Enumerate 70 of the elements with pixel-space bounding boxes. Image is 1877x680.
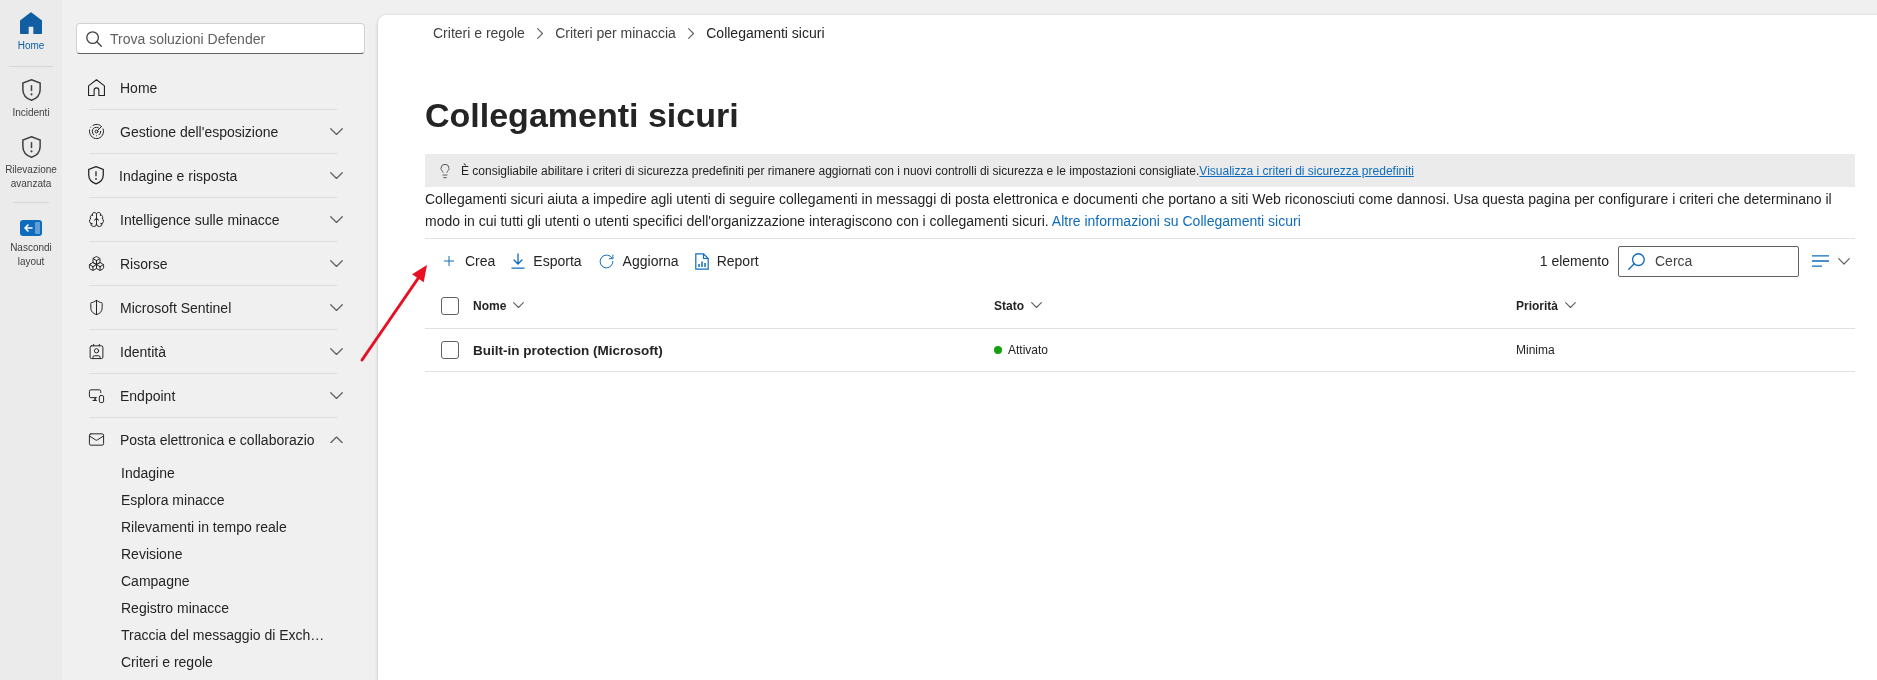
boxes-icon [88, 255, 105, 272]
breadcrumb-link[interactable]: Criteri per minaccia [555, 25, 676, 41]
nav-subitem[interactable]: Revisione [62, 540, 378, 567]
house-icon [20, 12, 42, 34]
status-text: Attivato [1008, 343, 1049, 357]
breadcrumb-link[interactable]: Criteri e regole [433, 25, 525, 41]
notice-text: È consigliabile abilitare i criteri di sicurezza predefiniti per rimanere aggiornati con i nuovi controlli di sicurezza e le impostazioni consigliate.Visualizza i criteri di sicurezza predefiniti [461, 163, 1414, 178]
refresh-icon [597, 252, 615, 270]
chevron-down-icon [1565, 302, 1576, 309]
lightbulb-icon [437, 162, 453, 179]
chevron-down-icon [1838, 257, 1850, 265]
page-title: Collegamenti sicuri [425, 95, 740, 135]
shield-alert-icon [21, 136, 41, 159]
nav-subitem[interactable]: Traccia del messaggio di Exch… [62, 621, 378, 648]
item-count: 1 elemento [1539, 253, 1609, 269]
link[interactable]: Visualizza i criteri di sicurezza predefiniti [1199, 163, 1414, 178]
nav-group[interactable]: Microsoft Sentinel [62, 286, 378, 329]
search-icon [86, 30, 102, 47]
nav-subitem[interactable]: Criteri e regole [62, 648, 378, 675]
download-icon [511, 253, 526, 269]
column-header[interactable]: Stato [994, 298, 1042, 313]
devices-icon [88, 387, 105, 404]
nav-subitem[interactable]: Esplora minacce [62, 486, 378, 513]
breadcrumb-link[interactable]: Collegamenti sicuri [706, 25, 825, 41]
nav-subitem[interactable]: Indagine [62, 459, 378, 486]
column-header[interactable]: Priorità [1516, 298, 1576, 313]
chevron-down-icon [1031, 302, 1042, 309]
shield-alert-icon [88, 166, 104, 185]
toolbar-button[interactable]: Aggiorna [589, 245, 687, 277]
table-cell: Built-in protection (Microsoft) [473, 342, 663, 358]
nav-group[interactable]: Risorse [62, 242, 378, 285]
nav-group[interactable]: Intelligence sulle minacce [62, 198, 378, 241]
toolbar-button[interactable]: Report [686, 245, 767, 277]
link[interactable]: Altre informazioni su Collegamenti sicuri [1051, 213, 1301, 229]
nav-subitem[interactable]: Campagne [62, 567, 378, 594]
nav-group[interactable]: Identità [62, 330, 378, 373]
lines-icon [1812, 255, 1829, 267]
nav-group[interactable]: Gestione dell'esposizione [62, 110, 378, 153]
search-field[interactable]: Cerca [1618, 245, 1799, 277]
nav-subitem[interactable]: Rilevamenti in tempo reale [62, 513, 378, 540]
rail-item[interactable]: Incidenti [0, 79, 62, 121]
radar-icon [88, 123, 105, 140]
rail-item[interactable]: Rilevazione avanzata [0, 136, 62, 192]
nav-item[interactable]: Home [62, 66, 378, 109]
nav-group[interactable]: Posta elettronica e collaborazio [62, 418, 378, 461]
row-checkbox[interactable] [441, 341, 459, 359]
select-all-checkbox[interactable] [441, 296, 459, 315]
toolbar-button[interactable]: Esporta [503, 245, 590, 277]
nav-group[interactable]: Indagine e risposta [62, 154, 378, 197]
column-header[interactable]: Nome [473, 298, 525, 313]
description-text: Collegamenti sicuri aiuta a impedire agli utenti di seguire collegamenti in messaggi di posta elettronica e documenti che portano a siti Web riconosciuti come dannosi. Usa questa pagina per configurare i criteri che determinano il modo in cui tutti gli utenti o utenti specifici dell'organizzazione interagiscono con i collegamenti sicuri. Altre informazioni su Collegamenti sicuri [425, 190, 1833, 231]
brain-icon [88, 211, 105, 228]
mail-icon [88, 431, 105, 448]
house-icon [88, 79, 105, 96]
nav-subitem[interactable]: Registro minacce [62, 594, 378, 621]
collapse-layout-button[interactable]: Nascondi layout [0, 220, 62, 270]
chevron-right-icon [687, 27, 695, 39]
search-icon [1628, 252, 1645, 270]
rail-item[interactable]: Home [0, 12, 62, 53]
nav-group[interactable]: Endpoint [62, 374, 378, 417]
plus-icon [441, 253, 457, 269]
report-icon [694, 252, 709, 270]
collapse-panel-icon [20, 220, 42, 237]
shield-icon [88, 299, 105, 316]
chevron-right-icon [536, 27, 544, 39]
shield-alert-icon [21, 79, 41, 102]
chevron-down-icon [513, 302, 525, 309]
contact-card-icon [88, 343, 105, 360]
toolbar-button[interactable]: Crea [433, 245, 504, 277]
table-cell: Minima [1516, 343, 1555, 357]
